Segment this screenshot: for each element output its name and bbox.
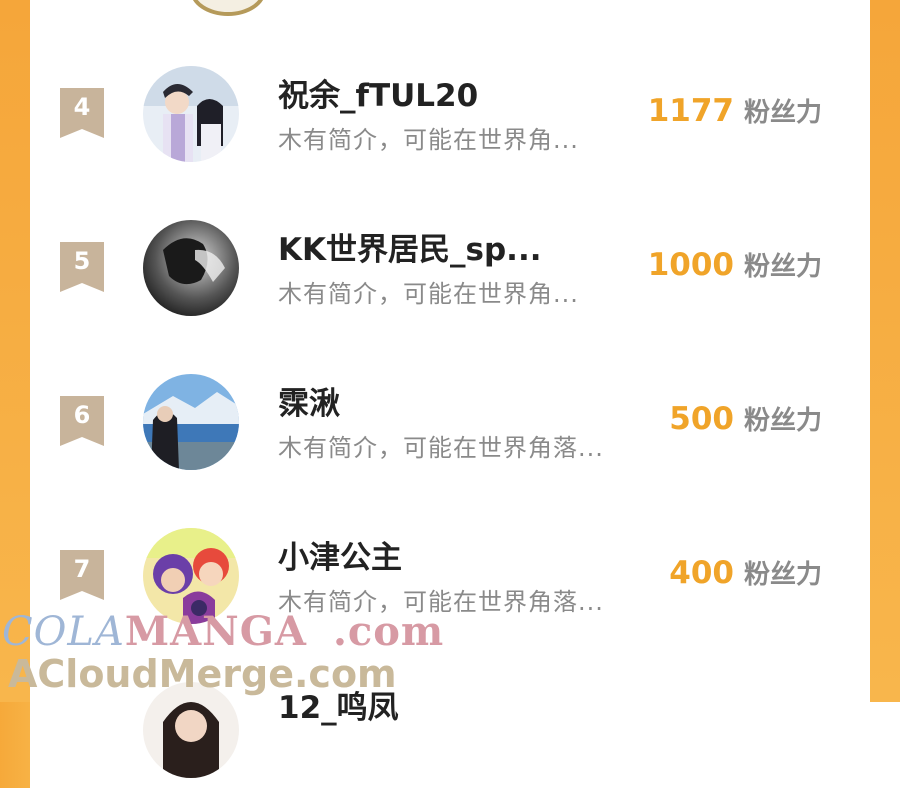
user-name[interactable]: 祝余_fTUL20 bbox=[278, 70, 478, 115]
avatar[interactable] bbox=[190, 0, 266, 16]
rank-badge: 4 bbox=[60, 88, 104, 138]
score-value: 1000 bbox=[647, 247, 734, 283]
fan-power-score: 1177 粉丝力 bbox=[648, 92, 822, 129]
avatar[interactable] bbox=[143, 374, 239, 470]
score-unit: 粉丝力 bbox=[743, 560, 822, 590]
fan-power-score: 500 粉丝力 bbox=[669, 400, 822, 437]
score-value: 500 bbox=[669, 401, 734, 437]
avatar[interactable] bbox=[143, 682, 239, 778]
avatar[interactable] bbox=[143, 66, 239, 162]
rank-badge: 7 bbox=[60, 550, 104, 600]
watermark-part1: COLA bbox=[2, 609, 125, 655]
watermark-part3: .com bbox=[332, 608, 445, 655]
score-unit: 粉丝力 bbox=[743, 406, 822, 436]
avatar[interactable] bbox=[143, 220, 239, 316]
user-name[interactable]: KK世界居民_sp... bbox=[278, 224, 542, 269]
fan-power-score: 1000 粉丝力 bbox=[648, 246, 822, 283]
fan-power-score: 400 粉丝力 bbox=[669, 554, 822, 591]
left-frame bbox=[0, 0, 30, 702]
user-bio: 木有简介，可能在世界角... bbox=[278, 280, 579, 308]
user-bio: 木有简介，可能在世界角... bbox=[278, 126, 579, 154]
list-item[interactable]: 4 祝余_fTUL20 木有简介，可能在世界角... 1177 粉丝力 bbox=[30, 52, 870, 172]
watermark-part2: MANGA bbox=[124, 608, 307, 655]
right-frame bbox=[870, 0, 900, 702]
watermark-line2: ACloudMerge.com bbox=[8, 652, 397, 696]
score-unit: 粉丝力 bbox=[743, 98, 822, 128]
watermark: COLAMANGA .com bbox=[2, 608, 444, 655]
user-name[interactable]: 小津公主 bbox=[278, 532, 402, 577]
score-value: 400 bbox=[669, 555, 734, 591]
rank-badge: 5 bbox=[60, 242, 104, 292]
score-value: 1177 bbox=[647, 93, 734, 129]
list-item[interactable]: 6 霂湫 木有简介，可能在世界角落... 500 粉丝力 bbox=[30, 360, 870, 480]
rank-badge: 6 bbox=[60, 396, 104, 446]
list-item[interactable]: 5 KK世界居民_sp... 木有简介，可能在世界角... 1000 粉丝力 bbox=[30, 206, 870, 326]
ranking-card: 4 祝余_fTUL20 木有简介，可能在世界角... 1177 粉丝力 5 KK… bbox=[30, 0, 870, 778]
user-bio: 木有简介，可能在世界角落... bbox=[278, 434, 604, 462]
user-name[interactable]: 霂湫 bbox=[278, 378, 340, 423]
score-unit: 粉丝力 bbox=[743, 252, 822, 282]
